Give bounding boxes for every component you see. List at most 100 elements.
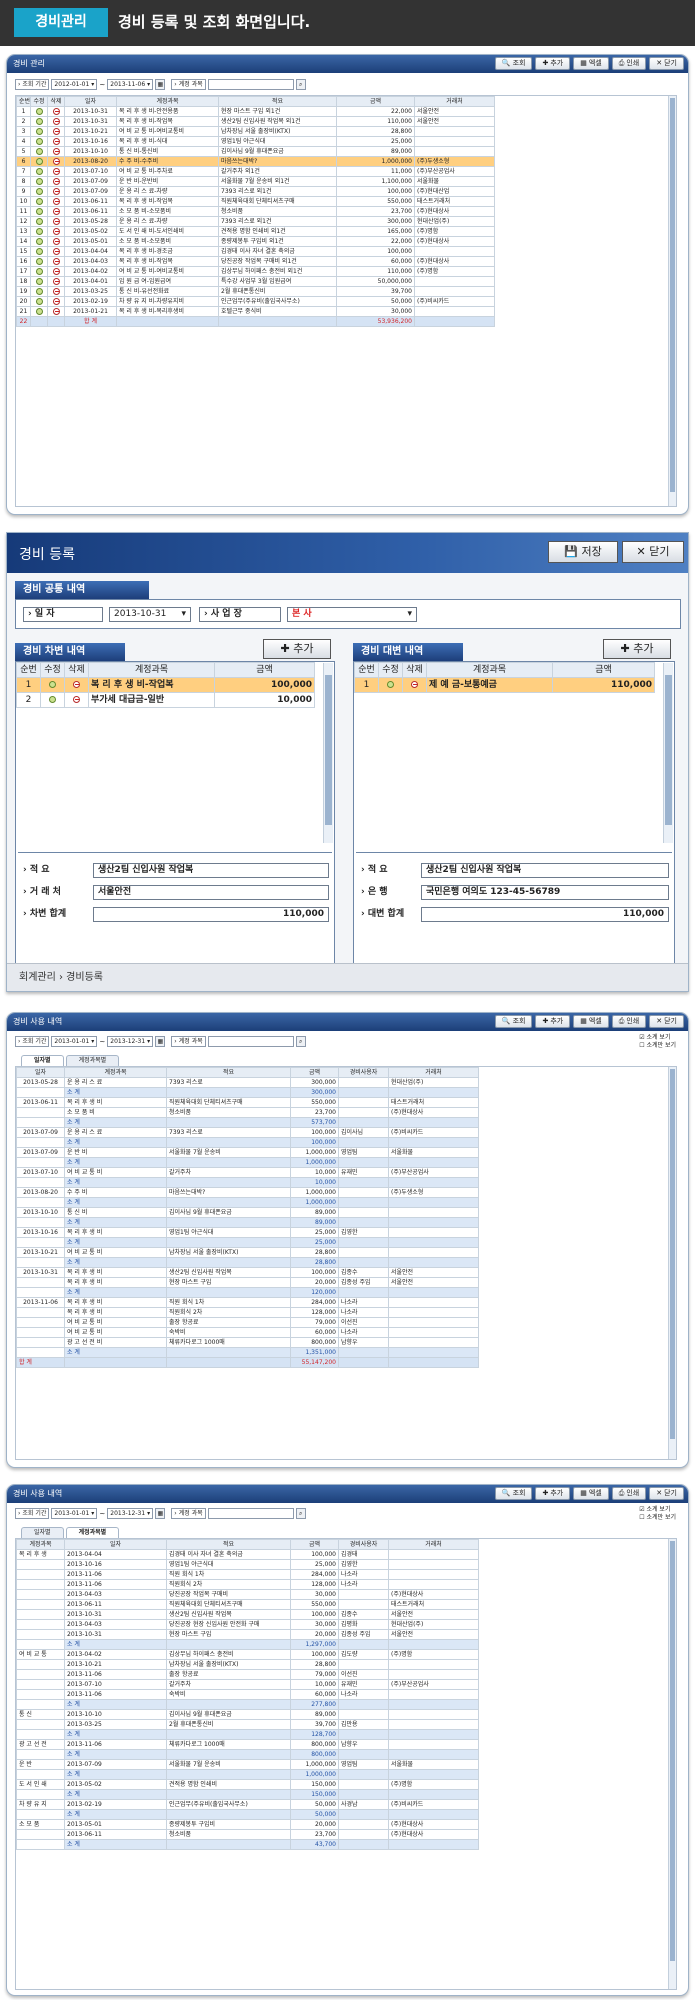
table-row[interactable]: 도 서 인 쇄 2013-05-02 견적용 명함 인쇄비 150,000 (주)명함 <box>16 1779 479 1790</box>
calendar-icon[interactable]: ▦ <box>155 1508 166 1519</box>
table-row[interactable]: 2 부가세 대급금-일반 10,000 <box>16 692 315 708</box>
table-row[interactable]: 2013-06-11 직원체육대회 단체티셔츠구매 550,000 태스트거래처 <box>16 1599 479 1610</box>
edit-icon[interactable] <box>35 287 43 295</box>
to-date[interactable]: 2013-11-06 ▾ <box>107 79 154 90</box>
edit-icon[interactable] <box>35 117 43 125</box>
delete-icon[interactable] <box>411 680 418 688</box>
table-row[interactable]: 14 2013-05-01 소 모 품 비-소모품비 종량제봉투 구입비 외1건 22,… <box>16 236 495 247</box>
table-row[interactable]: 2013-10-31 복 리 후 생 비 생산2팀 신입사원 작업복 100,000 김… <box>16 1267 479 1278</box>
from-date[interactable]: 2013-01-01 ▾ <box>51 1508 98 1519</box>
delete-icon[interactable] <box>52 217 60 225</box>
table-row[interactable]: 1 제 예 금-보통예금 110,000 <box>354 677 655 693</box>
to-date[interactable]: 2013-12-31 ▾ <box>107 1508 154 1519</box>
subtotal-only-checkbox[interactable]: ☐ 소계만 보기 <box>639 1514 676 1522</box>
excel-button[interactable]: ▦ 엑셀 <box>573 1487 609 1500</box>
subtotal-row[interactable]: 소 계 100,000 <box>16 1137 479 1148</box>
table-row[interactable]: 21 2013-01-21 복 리 후 생 비-복리후생비 호텔근무 중식비 30,00… <box>16 306 495 317</box>
edit-icon[interactable] <box>35 297 43 305</box>
table-row[interactable]: 2013-04-03 당진공장 현장 신입사원 안전화 구매 30,000 김평화 현대… <box>16 1619 479 1630</box>
bank-input[interactable]: 국민은행 여의도 123-45-56789 <box>421 885 669 900</box>
edit-icon[interactable] <box>35 217 43 225</box>
scroll-thumb[interactable] <box>670 1541 675 1961</box>
account-input[interactable] <box>207 1036 294 1047</box>
edit-icon[interactable] <box>35 247 43 255</box>
table-row[interactable]: 복 리 후 생 비 직원회식 2차 128,000 나소라 <box>16 1307 479 1318</box>
search-button[interactable]: 🔍 조회 <box>494 1487 533 1500</box>
delete-icon[interactable] <box>52 177 60 185</box>
delete-icon[interactable] <box>52 287 60 295</box>
table-row[interactable]: 2 2013-10-31 복 리 후 생 비-작업복 생산2팀 신입사원 작업복 외1… <box>16 116 495 127</box>
table-row[interactable]: 2013-07-10 여 비 교 통 비 갈거주차 10,000 유재민 (주)부산공업사 <box>16 1167 479 1178</box>
delete-icon[interactable] <box>52 167 60 175</box>
vertical-scrollbar[interactable] <box>668 96 676 506</box>
table-row[interactable]: 1 2013-10-31 복 리 후 생 비-안전용품 현장 마스트 구입 외1건 22… <box>16 106 495 117</box>
subtotal-row[interactable]: 소 계 10,000 <box>16 1177 479 1188</box>
subtotal-row[interactable]: 소 계 300,000 <box>16 1087 479 1098</box>
tab-by-date[interactable]: 일자별 <box>21 1055 64 1066</box>
edit-icon[interactable] <box>35 227 43 235</box>
excel-button[interactable]: ▦ 엑셀 <box>573 1015 609 1028</box>
edit-icon[interactable] <box>35 107 43 115</box>
scroll-thumb[interactable] <box>670 98 675 492</box>
subtotal-row[interactable]: 소 계 43,700 <box>16 1839 479 1850</box>
table-row[interactable]: 2013-11-06 출장 항공료 79,000 이선진 <box>16 1669 479 1680</box>
memo-input[interactable]: 생산2팀 신입사원 작업복 <box>93 863 329 878</box>
subtotal-row[interactable]: 소 계 89,000 <box>16 1217 479 1228</box>
table-row[interactable]: 8 2013-07-09 운 반 비-운반비 서울화물 7월 운송비 외1건 1,100… <box>16 176 495 187</box>
delete-icon[interactable] <box>52 297 60 305</box>
table-row[interactable]: 2013-07-09 운 용 리 스 료 7393 리스료 100,000 김이사님 (주… <box>16 1127 479 1138</box>
table-row[interactable]: 2013-10-21 여 비 교 통 비 남차장님 서울 출장비(KTX) 28,80… <box>16 1247 479 1258</box>
table-row[interactable]: 차 량 유 지 2013-02-19 인근업무(주유비(출입국사무소) 50,000 사… <box>16 1799 479 1810</box>
table-row[interactable]: 10 2013-06-11 복 리 후 생 비-작업복 직원체육대회 단체티셔츠구매 5… <box>16 196 495 207</box>
delete-icon[interactable] <box>52 277 60 285</box>
edit-icon[interactable] <box>35 197 43 205</box>
debit-add-button[interactable]: ✚ 추가 <box>263 639 331 659</box>
table-row[interactable]: 여 비 교 통 2013-04-02 김상무님 하이패스 충전비 100,000 김도량… <box>16 1649 479 1660</box>
excel-button[interactable]: ▦ 엑셀 <box>573 57 609 70</box>
subtotal-row[interactable]: 소 계 1,351,000 <box>16 1347 479 1358</box>
subtotal-row[interactable]: 소 계 128,700 <box>16 1729 479 1740</box>
subtotal-checkbox[interactable]: ☑ 소계 보기 <box>639 1506 676 1514</box>
save-button[interactable]: 💾 저장 <box>548 541 618 563</box>
account-input[interactable] <box>207 1508 294 1519</box>
edit-icon[interactable] <box>35 177 43 185</box>
delete-icon[interactable] <box>52 247 60 255</box>
subtotal-row[interactable]: 소 계 28,800 <box>16 1257 479 1268</box>
print-button[interactable]: ⎙ 인쇄 <box>611 1015 647 1028</box>
tab-by-date[interactable]: 일자별 <box>21 1527 64 1538</box>
print-button[interactable]: ⎙ 인쇄 <box>611 57 647 70</box>
edit-icon[interactable] <box>35 137 43 145</box>
table-row[interactable]: 12 2013-05-28 운 용 리 스 료-차량 7393 리스료 외1건 300,… <box>16 216 495 227</box>
delete-icon[interactable] <box>52 117 60 125</box>
scroll-thumb[interactable] <box>325 675 332 825</box>
from-date[interactable]: 2013-01-01 ▾ <box>51 1036 98 1047</box>
table-row[interactable]: 9 2013-07-09 운 용 리 스 료-차량 7393 리스료 외1건 100,0… <box>16 186 495 197</box>
edit-icon[interactable] <box>35 307 43 315</box>
vertical-scrollbar[interactable] <box>668 1067 676 1459</box>
add-button[interactable]: ✚ 추가 <box>535 1015 571 1028</box>
subtotal-row[interactable]: 소 계 800,000 <box>16 1749 479 1760</box>
table-row[interactable]: 7 2013-07-10 여 비 교 통 비-주차료 갈거주차 외1건 11,000 (주… <box>16 166 495 177</box>
edit-icon[interactable] <box>35 187 43 195</box>
edit-icon[interactable] <box>35 167 43 175</box>
edit-icon[interactable] <box>35 157 43 165</box>
subtotal-row[interactable]: 소 계 573,700 <box>16 1117 479 1128</box>
table-row[interactable]: 3 2013-10-21 여 비 교 통 비-여비교통비 남차장님 서울 출장비(KT… <box>16 126 495 137</box>
table-row[interactable]: 20 2013-02-19 차 량 유 지 비-차량유지비 인근업무(주유비(출입국사… <box>16 296 495 307</box>
delete-icon[interactable] <box>52 207 60 215</box>
search-icon[interactable]: ⌕ <box>295 79 306 90</box>
credit-add-button[interactable]: ✚ 추가 <box>603 639 671 659</box>
table-row[interactable]: 복 리 후 생 2013-04-04 김경태 이사 자녀 결혼 축의금 100,000… <box>16 1549 479 1560</box>
add-button[interactable]: ✚ 추가 <box>535 57 571 70</box>
search-icon[interactable]: ⌕ <box>295 1036 306 1047</box>
table-row[interactable]: 2013-06-11 복 리 후 생 비 직원체육대회 단체티셔츠구매 550,000… <box>16 1097 479 1108</box>
table-row[interactable]: 1 복 리 후 생 비-작업복 100,000 <box>16 677 315 693</box>
table-row[interactable]: 13 2013-05-02 도 서 인 쇄 비-도서인쇄비 견적용 명함 인쇄비 외1… <box>16 226 495 237</box>
table-row[interactable]: 2013-08-20 수 주 비 마음쓰는대박? 1,000,000 (주)두생소형 <box>16 1187 479 1198</box>
account-input[interactable] <box>207 79 294 90</box>
subtotal-row[interactable]: 소 계 150,000 <box>16 1789 479 1800</box>
edit-icon[interactable] <box>35 267 43 275</box>
tab-by-account[interactable]: 계정과목별 <box>65 1055 120 1066</box>
table-row[interactable]: 2013-10-10 통 신 비 김이사님 9월 휴대폰요금 89,000 <box>16 1207 479 1218</box>
subtotal-row[interactable]: 소 계 25,000 <box>16 1237 479 1248</box>
